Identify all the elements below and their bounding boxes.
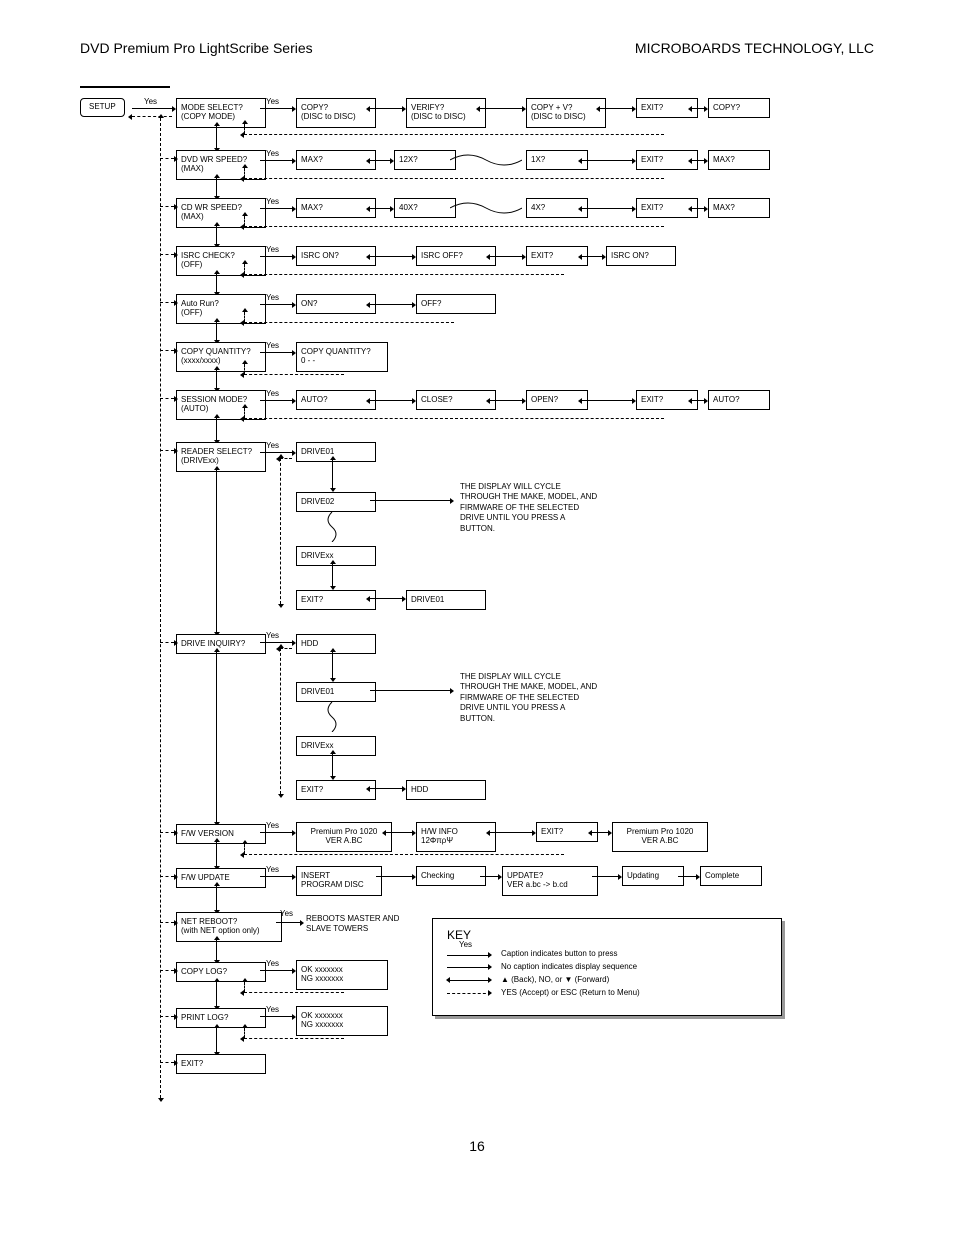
fwv-menu: F/W VERSION (176, 824, 266, 844)
yes-label: Yes (144, 98, 157, 107)
key-text-2: No caption indicates display sequence (501, 963, 637, 972)
dvd-speed-menu: DVD WR SPEED?(MAX) (176, 150, 266, 180)
doc-title-right: MICROBOARDS TECHNOLOGY, LLC (635, 40, 874, 56)
doc-title-left: DVD Premium Pro LightScribe Series (80, 40, 313, 56)
key-text-3: ▲ (Back), NO, or ▼ (Forward) (501, 976, 609, 985)
printlog-menu: PRINT LOG? (176, 1008, 266, 1028)
isrc-menu: ISRC CHECK?(OFF) (176, 246, 266, 276)
setup-box: SETUP (80, 98, 125, 117)
session-menu: SESSION MODE?(AUTO) (176, 390, 266, 420)
key-arrow-plain (447, 963, 491, 971)
cycle-note-1: THE DISPLAY WILL CYCLE THROUGH THE MAKE,… (460, 482, 600, 534)
flow-diagram: SETUP Yes MODE SELECT?(COPY MODE) Yes CO… (80, 98, 874, 1118)
key-arrow-dashed (447, 989, 491, 997)
netreboot-menu: NET REBOOT?(with NET option only) (176, 912, 282, 942)
mode-select-menu: MODE SELECT?(COPY MODE) (176, 98, 266, 128)
key-text-1: Caption indicates button to press (501, 950, 618, 959)
qty-menu: COPY QUANTITY?(xxxx/xxxx) (176, 342, 266, 372)
copylog-menu: COPY LOG? (176, 962, 266, 982)
reader-menu: READER SELECT?(DRIVExx) (176, 442, 266, 472)
key-title: KEY (447, 929, 767, 942)
fwu-menu: F/W UPDATE (176, 868, 266, 888)
key-arrow-bidir (447, 976, 491, 984)
page-number: 16 (80, 1138, 874, 1154)
key-legend: KEY Yes Caption indicates button to pres… (432, 918, 782, 1016)
cycle-note-2: THE DISPLAY WILL CYCLE THROUGH THE MAKE,… (460, 672, 600, 724)
section-underline (80, 86, 170, 88)
cd-speed-menu: CD WR SPEED?(MAX) (176, 198, 266, 228)
key-arrow-yes: Yes (447, 951, 491, 959)
inquiry-menu: DRIVE INQUIRY? (176, 634, 266, 654)
key-text-4: YES (Accept) or ESC (Return to Menu) (501, 989, 640, 998)
autorun-menu: Auto Run?(OFF) (176, 294, 266, 324)
exit-menu: EXIT? (176, 1054, 266, 1074)
